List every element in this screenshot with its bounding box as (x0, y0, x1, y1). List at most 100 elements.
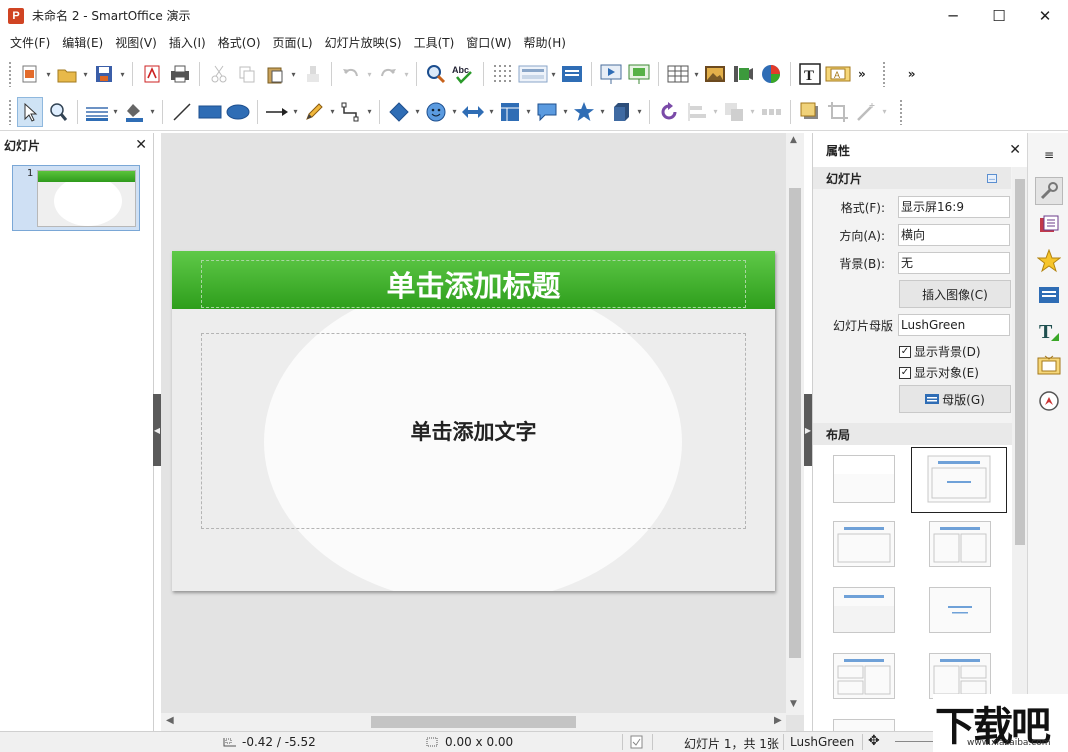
layout-blank[interactable] (833, 455, 895, 503)
redo-icon[interactable] (375, 59, 401, 89)
text-box-icon[interactable]: T (797, 59, 823, 89)
slideshow-from-current-icon[interactable] (626, 59, 652, 89)
display-views-dropdown-icon[interactable]: ▾ (549, 59, 558, 89)
arrow-line-icon[interactable] (264, 97, 290, 127)
close-window-button[interactable]: ✕ (1022, 0, 1068, 31)
zoom-slider[interactable] (895, 741, 935, 742)
fill-color-icon[interactable] (121, 97, 147, 127)
menu-tools[interactable]: 工具(T) (408, 32, 461, 54)
layout-title-content[interactable] (911, 447, 1007, 513)
canvas-vertical-scrollbar[interactable]: ▲ ▼ (786, 133, 804, 715)
flowchart-dropdown-icon[interactable]: ▾ (524, 97, 533, 127)
3d-objects-icon[interactable] (608, 97, 634, 127)
display-views-icon[interactable] (518, 59, 548, 89)
zoom-pan-icon[interactable] (45, 97, 71, 127)
fit-slide-icon[interactable]: ✥ (868, 733, 880, 749)
menu-file[interactable]: 文件(F) (4, 32, 56, 54)
background-select[interactable]: 无 (898, 252, 1010, 274)
clone-formatting-icon[interactable] (299, 59, 325, 89)
menu-window[interactable]: 窗口(W) (460, 32, 517, 54)
maximize-button[interactable]: ☐ (976, 0, 1022, 31)
slides-panel-close-icon[interactable]: ✕ (135, 137, 147, 153)
horizontal-scroll-thumb[interactable] (371, 716, 576, 728)
format-select[interactable]: 显示屏16:9 (898, 196, 1010, 218)
symbol-shapes-icon[interactable] (423, 97, 449, 127)
insert-image-button[interactable]: 插入图像(C) (899, 280, 1011, 308)
insert-table-icon[interactable] (665, 59, 691, 89)
new-document-icon[interactable] (17, 59, 43, 89)
rotate-icon[interactable] (656, 97, 682, 127)
show-background-check-icon[interactable]: ✓ (899, 345, 911, 358)
grid-display-icon[interactable] (490, 59, 516, 89)
distribute-icon[interactable] (758, 97, 784, 127)
sidebar-menu-icon[interactable]: ≡ (1035, 141, 1063, 169)
menu-format[interactable]: 格式(O) (212, 32, 267, 54)
paste-icon[interactable] (262, 59, 288, 89)
more-tools-1-icon[interactable]: » (858, 67, 866, 81)
body-placeholder[interactable]: 单击添加文字 (201, 333, 746, 529)
connector-icon[interactable] (338, 97, 364, 127)
scroll-up-icon[interactable]: ▲ (790, 135, 797, 145)
line-color-icon[interactable] (84, 97, 110, 127)
minimize-button[interactable]: ─ (930, 0, 976, 31)
gallery-icon[interactable] (1035, 351, 1063, 379)
menu-view[interactable]: 视图(V) (109, 32, 163, 54)
master-button[interactable]: 母版(G) (899, 385, 1011, 413)
align-objects-icon[interactable] (684, 97, 710, 127)
undo-icon[interactable] (338, 59, 364, 89)
master-slide-icon[interactable] (559, 59, 585, 89)
properties-panel-collapse-handle[interactable]: ▶ (804, 394, 812, 466)
slide-section-header[interactable]: 幻灯片 … (813, 167, 1011, 189)
slide[interactable]: 单击添加标题 单击添加文字 (172, 251, 775, 591)
menu-edit[interactable]: 编辑(E) (56, 32, 109, 54)
find-replace-icon[interactable] (423, 59, 449, 89)
block-arrows-dropdown-icon[interactable]: ▾ (487, 97, 496, 127)
scroll-left-icon[interactable]: ◀ (166, 715, 174, 726)
filter-wand-icon[interactable] (853, 97, 879, 127)
slides-panel-collapse-handle[interactable]: ◀ (153, 394, 161, 466)
arrange-icon[interactable] (721, 97, 747, 127)
3d-objects-dropdown-icon[interactable]: ▾ (635, 97, 644, 127)
orientation-select[interactable]: 横向 (898, 224, 1010, 246)
connector-dropdown-icon[interactable]: ▾ (365, 97, 374, 127)
properties-wrench-icon[interactable] (1035, 177, 1063, 205)
slide-thumbnail-item[interactable]: 1 (12, 165, 140, 231)
show-objects-check-icon[interactable]: ✓ (899, 366, 911, 379)
scroll-down-icon[interactable]: ▼ (790, 699, 797, 709)
layout-title-2-content[interactable] (833, 521, 895, 567)
canvas-horizontal-scrollbar[interactable]: ◀ ▶ (161, 713, 786, 731)
rectangle-icon[interactable] (197, 97, 223, 127)
undo-dropdown-icon[interactable]: ▾ (365, 59, 374, 89)
master-select[interactable]: LushGreen (898, 314, 1010, 336)
toolbar-grip[interactable] (899, 98, 903, 125)
navigator-compass-icon[interactable] (1035, 387, 1063, 415)
save-icon[interactable] (91, 59, 117, 89)
stars-dropdown-icon[interactable]: ▾ (598, 97, 607, 127)
layout-title-only[interactable] (833, 587, 895, 633)
fill-color-dropdown-icon[interactable]: ▾ (148, 97, 157, 127)
arrow-line-dropdown-icon[interactable]: ▾ (291, 97, 300, 127)
show-background-checkbox[interactable]: ✓ 显示背景(D) (899, 343, 981, 360)
line-color-dropdown-icon[interactable]: ▾ (111, 97, 120, 127)
title-placeholder[interactable]: 单击添加标题 (201, 260, 746, 308)
toolbar-grip[interactable] (8, 61, 12, 87)
align-dropdown-icon[interactable]: ▾ (711, 97, 720, 127)
redo-dropdown-icon[interactable]: ▾ (402, 59, 411, 89)
flowchart-icon[interactable] (497, 97, 523, 127)
basic-shapes-dropdown-icon[interactable]: ▾ (413, 97, 422, 127)
filter-dropdown-icon[interactable]: ▾ (880, 97, 889, 127)
freeform-pencil-icon[interactable] (301, 97, 327, 127)
open-folder-icon[interactable] (54, 59, 80, 89)
paste-dropdown-icon[interactable]: ▾ (289, 59, 298, 89)
document-modified-icon[interactable] (630, 735, 644, 749)
insert-table-dropdown-icon[interactable]: ▾ (692, 59, 701, 89)
basic-shapes-icon[interactable] (386, 97, 412, 127)
new-dropdown-icon[interactable]: ▾ (44, 59, 53, 89)
menu-insert[interactable]: 插入(I) (163, 32, 212, 54)
symbol-shapes-dropdown-icon[interactable]: ▾ (450, 97, 459, 127)
callouts-dropdown-icon[interactable]: ▾ (561, 97, 570, 127)
layout-title-2-content-rows[interactable] (929, 653, 991, 699)
freeform-dropdown-icon[interactable]: ▾ (328, 97, 337, 127)
save-dropdown-icon[interactable]: ▾ (118, 59, 127, 89)
toolbar-grip[interactable] (881, 61, 886, 87)
